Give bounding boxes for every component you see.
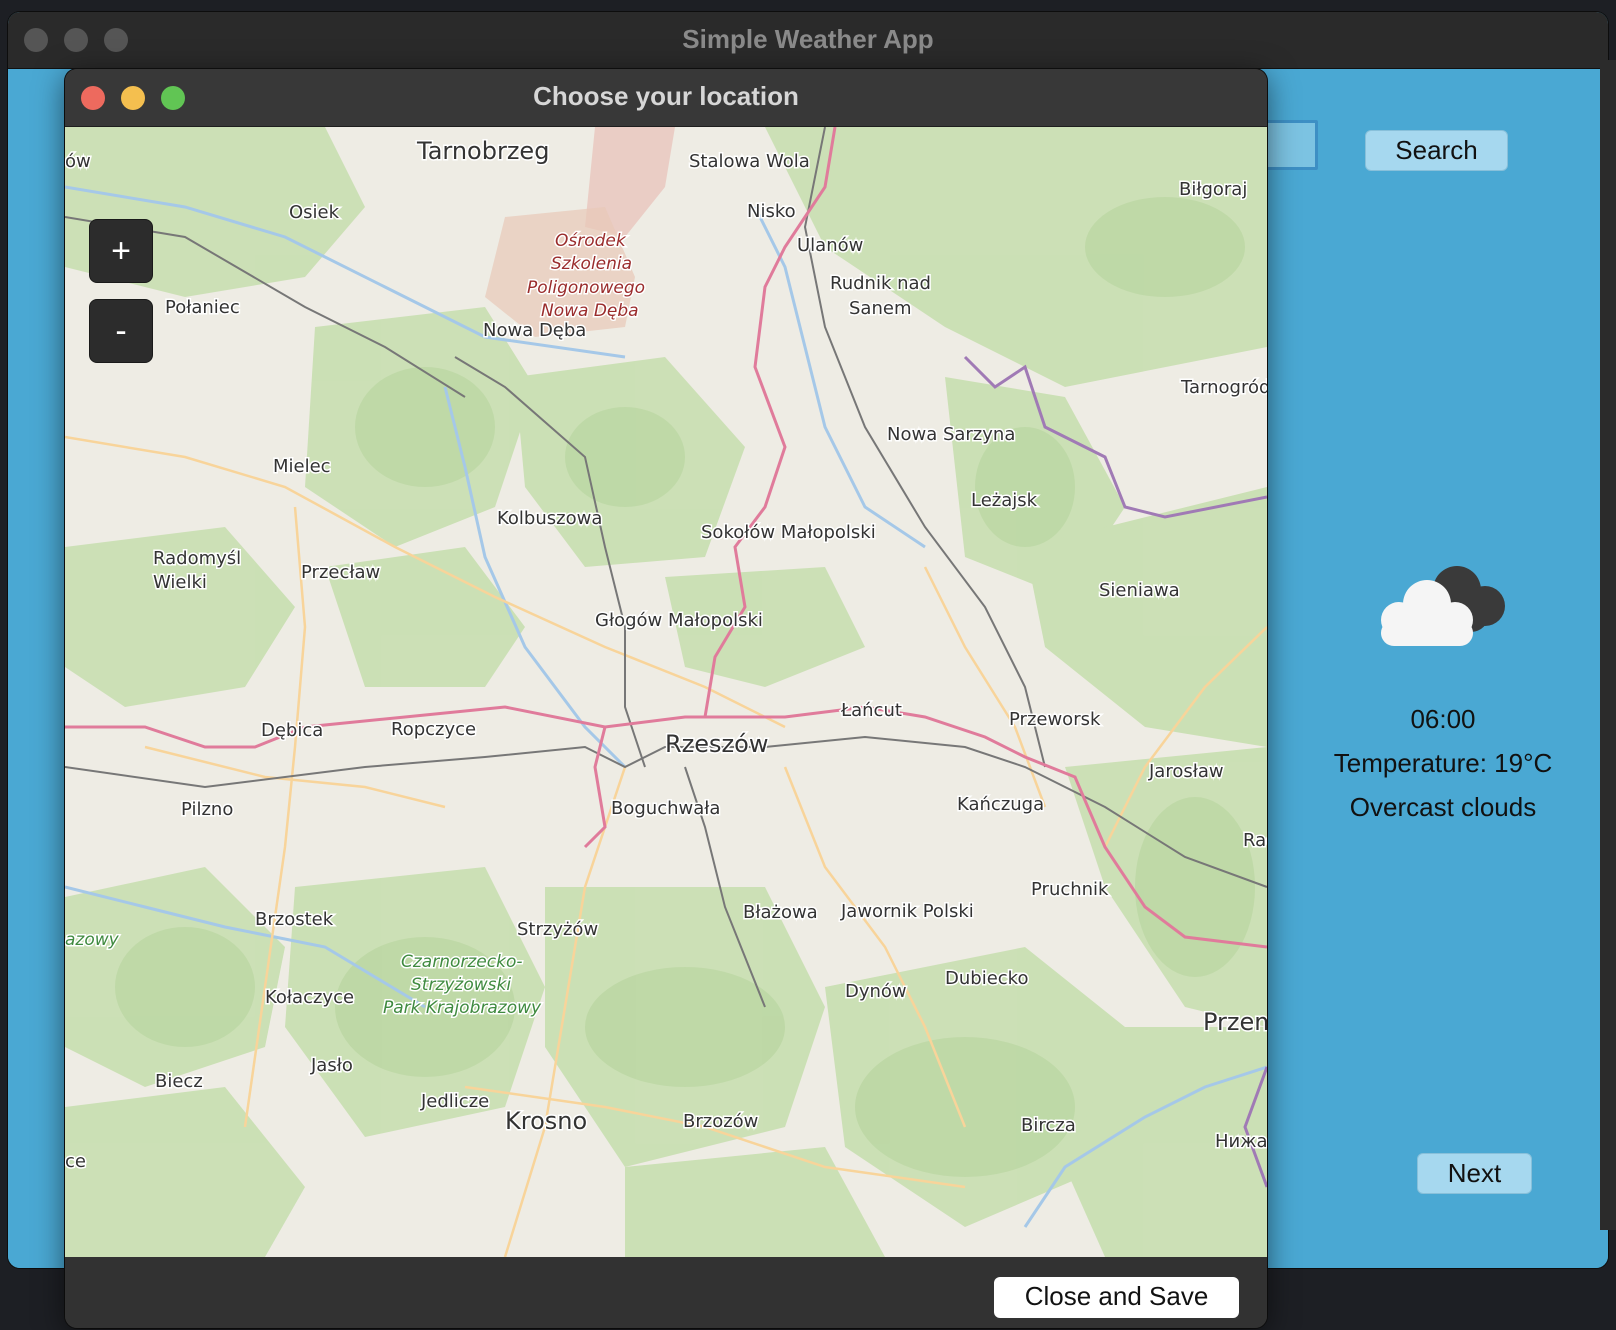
map-place-label: Kańczuga: [957, 794, 1044, 815]
map-place-label: Biecz: [155, 1071, 203, 1092]
map-place-label: Нижанк: [1215, 1131, 1267, 1152]
map-place-label: Brzostek: [255, 909, 334, 930]
map-place-label: Rzeszów: [665, 730, 768, 758]
map-area-label: Park Krajobrazowy: [383, 998, 542, 1018]
map-place-label: Nowa Dęba: [483, 320, 586, 341]
map-place-label: Sanem: [849, 298, 911, 319]
dialog-titlebar: Choose your location: [65, 69, 1267, 127]
next-button[interactable]: Next: [1417, 1153, 1532, 1194]
map-place-label: Kolbuszowa: [497, 508, 602, 529]
location-dialog: Choose your location Tarnobrzeg Stalowa …: [65, 69, 1267, 1328]
map-place-label: Łańcut: [840, 700, 902, 721]
map-place-label: Boguchwała: [611, 798, 720, 819]
map-place-label: Rudnik nad: [830, 273, 931, 294]
map-place-label: Radomyśl: [153, 548, 241, 569]
map-place-label: Brzozów: [683, 1111, 758, 1132]
map-place-label: Strzyżów: [517, 919, 598, 940]
map-place-label: Wielki: [153, 572, 207, 593]
map-place-label: Dynów: [845, 981, 907, 1002]
map-place-label: Biłgoraj: [1179, 179, 1247, 200]
map-place-label: Jawornik Polski: [840, 901, 974, 922]
map-area-label: Szkolenia: [551, 254, 632, 274]
map-place-label: Leżajsk: [971, 490, 1038, 511]
map-place-label: Kołaczyce: [265, 987, 354, 1008]
map-place-label: Sieniawa: [1099, 580, 1180, 601]
map-place-label: Połaniec: [165, 297, 240, 318]
map-place-label: Tarnogród: [1180, 377, 1267, 398]
map-place-label: Jedlicze: [420, 1091, 489, 1112]
map-place-label: Tarnobrzeg: [416, 137, 549, 165]
map-place-label: Przecław: [301, 562, 380, 583]
map-place-label: Ropczyce: [391, 719, 476, 740]
map-place-label: Głogów Małopolski: [595, 610, 763, 631]
map-place-label: Dubiecko: [945, 968, 1028, 989]
map-tiles[interactable]: Tarnobrzeg Stalowa Wola Biłgoraj Osiek Nisko…: [65, 127, 1267, 1257]
map-place-label: Jarosław: [1148, 761, 1224, 782]
forecast-time: 06:00: [1410, 704, 1476, 734]
map-area-label: Strzyżowski: [411, 975, 511, 995]
map-place-label: ów: [65, 151, 91, 172]
forecast-temperature: Temperature: 19°C: [1333, 748, 1553, 778]
map-area-label: Nowa Dęba: [541, 301, 639, 321]
map-area-label: azowy: [65, 930, 120, 950]
map-area-label: Ośrodek: [555, 231, 627, 251]
search-button[interactable]: Search: [1365, 130, 1508, 171]
map-place-label: Stalowa Wola: [689, 151, 810, 172]
close-and-save-button[interactable]: Close and Save: [994, 1277, 1239, 1318]
map-place-label: Mielec: [273, 456, 331, 477]
map-view[interactable]: Tarnobrzeg Stalowa Wola Biłgoraj Osiek Nisko…: [65, 127, 1267, 1257]
map-place-label: Ulanów: [797, 235, 863, 256]
zoom-out-button[interactable]: -: [89, 299, 153, 363]
forecast-description: Overcast clouds: [1349, 792, 1537, 822]
map-place-label: Przemyś: [1203, 1008, 1267, 1036]
map-place-label: Błażowa: [743, 902, 818, 923]
map-area-label: Czarnorzecko-: [401, 952, 522, 972]
map-place-label: Pruchnik: [1031, 879, 1109, 900]
map-place-label: Osiek: [289, 202, 340, 223]
overcast-clouds-icon: [1381, 566, 1505, 646]
map-place-label: Jasło: [310, 1055, 353, 1076]
zoom-in-button[interactable]: +: [89, 219, 153, 283]
main-titlebar: Simple Weather App: [8, 12, 1608, 69]
map-area-label: Poligonowego: [527, 278, 645, 298]
map-place-label: Bircza: [1021, 1115, 1076, 1136]
map-place-label: ce: [65, 1151, 86, 1172]
map-place-label: Nisko: [747, 201, 796, 222]
map-place-label: Dębica: [261, 720, 323, 741]
dialog-title: Choose your location: [533, 81, 799, 111]
map-place-label: Rady: [1243, 830, 1267, 851]
window-title: Simple Weather App: [682, 24, 934, 54]
map-place-label: Nowa Sarzyna: [887, 424, 1015, 445]
dialog-footer: Close and Save: [65, 1257, 1267, 1328]
map-place-label: Krosno: [505, 1107, 587, 1135]
background-window-edge: [1600, 60, 1616, 1230]
map-place-label: Pilzno: [181, 799, 233, 820]
map-place-label: Sokołów Małopolski: [701, 522, 876, 543]
map-place-label: Przeworsk: [1009, 709, 1101, 730]
